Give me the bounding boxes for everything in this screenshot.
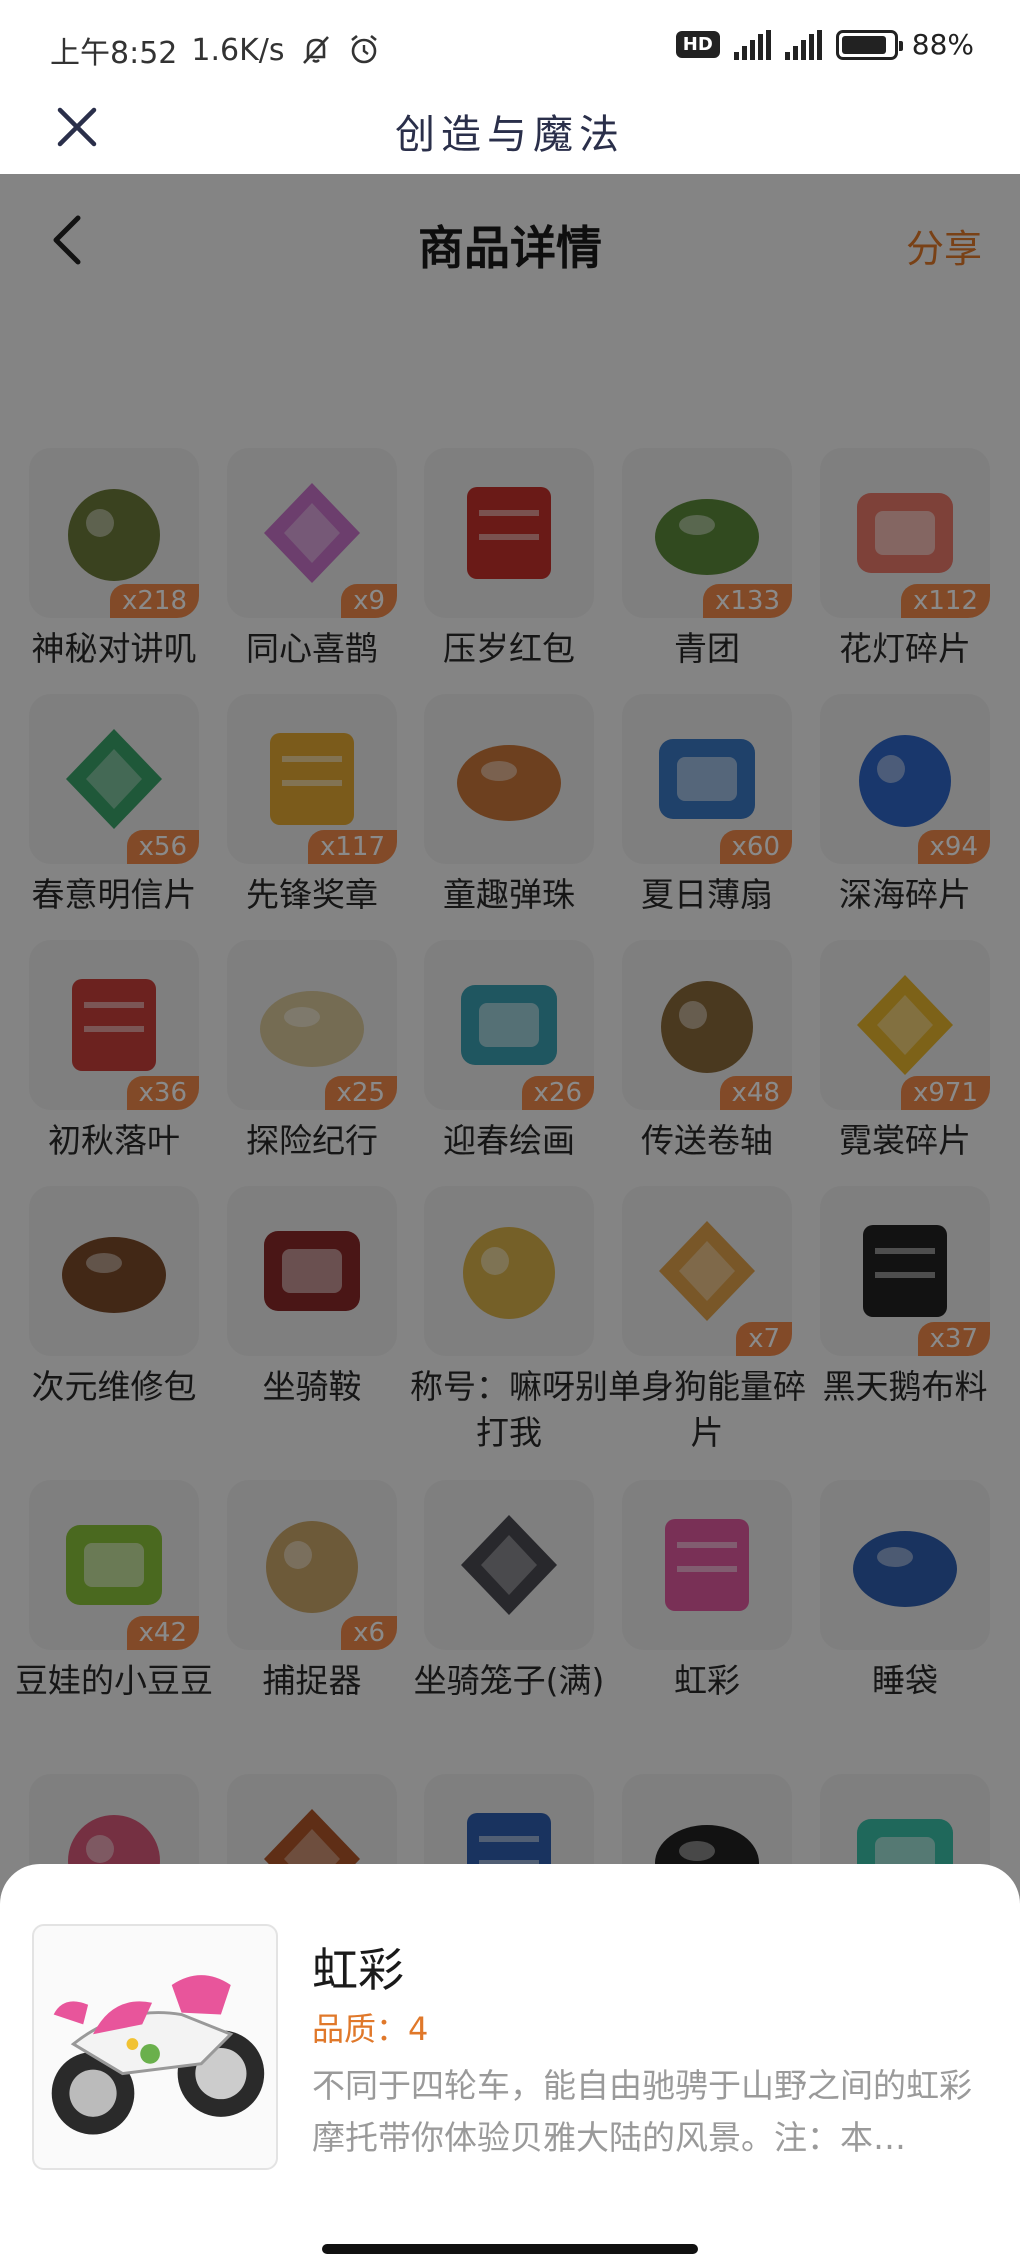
- mute-bell-icon: [302, 36, 329, 64]
- battery-percent: 88%: [911, 28, 974, 61]
- home-indicator[interactable]: [322, 2244, 698, 2254]
- hd-badge: HD: [675, 31, 720, 58]
- item-detail-sheet: 虹彩 品质：4 不同于四轮车，能自由驰骋于山野之间的虹彩摩托带你体验贝雅大陆的风…: [0, 1864, 1020, 2267]
- signal-icon: [733, 29, 771, 60]
- alarm-icon: [350, 34, 377, 64]
- app-header: 创造与魔法: [0, 88, 1020, 174]
- app-title: 创造与魔法: [395, 112, 625, 158]
- status-right: HD 88%: [675, 28, 974, 61]
- motorcycle-icon: [51, 1975, 265, 2135]
- status-bar: 上午8:52 1.6K/s HD 88%: [0, 0, 1020, 88]
- battery-fill: [841, 35, 886, 54]
- status-time: 上午8:52: [50, 36, 178, 71]
- item-quality: 品质：4: [312, 2010, 429, 2048]
- status-network-speed: 1.6K/s: [191, 32, 285, 68]
- item-description: 不同于四轮车，能自由驰骋于山野之间的虹彩摩托带你体验贝雅大陆的风景。注：本…: [312, 2066, 972, 2157]
- signal-icon-2: [784, 29, 822, 60]
- item-name: 虹彩: [312, 1943, 404, 1997]
- status-left: 上午8:52 1.6K/s: [50, 28, 381, 72]
- battery-icon: [835, 29, 903, 60]
- item-thumbnail: [32, 1924, 278, 2170]
